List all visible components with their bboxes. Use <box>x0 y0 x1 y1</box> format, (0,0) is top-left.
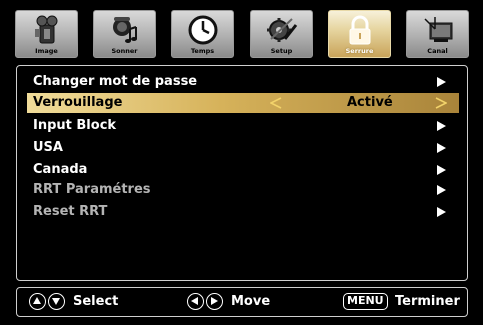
menu-item-label: Input Block <box>33 118 117 133</box>
tab-time[interactable]: Temps <box>171 10 234 58</box>
chevron-right-icon[interactable] <box>435 97 447 109</box>
camera-icon <box>34 15 57 44</box>
move-hint: Move <box>187 288 297 316</box>
menu-item-rrt-settings[interactable]: RRT Paramétres <box>27 180 459 200</box>
clock-icon <box>188 15 217 45</box>
tab-channel-label: Canal <box>427 47 448 55</box>
menu-tab-bar: Image Sonner Temps Setup Serrure Canal <box>15 10 469 58</box>
help-bar: Select Move MENU Terminer <box>16 287 468 317</box>
tab-setup[interactable]: Setup <box>250 10 313 58</box>
menu-item-label: Reset RRT <box>33 204 108 219</box>
menu-item-change-password[interactable]: Changer mot de passe <box>27 72 459 92</box>
lock-menu-panel: Changer mot de passe Verrouillage Activé… <box>16 65 468 281</box>
tab-lock[interactable]: Serrure <box>328 10 391 58</box>
arrow-up-icon <box>29 293 46 310</box>
menu-item-canada[interactable]: Canada <box>27 160 459 180</box>
menu-item-label: Verrouillage <box>33 95 123 110</box>
tab-sound-label: Sonner <box>111 47 138 55</box>
menu-item-label: Canada <box>33 162 88 177</box>
chevron-right-icon <box>437 165 446 175</box>
tab-lock-label: Serrure <box>345 47 374 55</box>
move-hint-label: Move <box>231 294 271 309</box>
chevron-right-icon <box>437 121 446 131</box>
menu-item-usa[interactable]: USA <box>27 138 459 158</box>
menu-item-input-block[interactable]: Input Block <box>27 116 459 136</box>
chevron-right-icon <box>437 77 446 87</box>
arrow-right-icon <box>206 293 223 310</box>
menu-item-label: USA <box>33 140 63 155</box>
menu-item-lock-enable[interactable]: Verrouillage Activé <box>27 93 459 113</box>
arrow-left-icon <box>187 293 204 310</box>
tab-setup-label: Setup <box>270 47 293 55</box>
chevron-right-icon <box>437 185 446 195</box>
tv-menu-screen: Image Sonner Temps Setup Serrure Canal C… <box>0 0 483 325</box>
select-hint-label: Select <box>73 294 119 309</box>
tab-time-label: Temps <box>190 47 215 55</box>
menu-item-label: Changer mot de passe <box>33 74 198 89</box>
tab-channel[interactable]: Canal <box>406 10 469 58</box>
tab-image-label: Image <box>35 47 58 55</box>
arrow-down-icon <box>48 293 65 310</box>
chevron-right-icon <box>437 143 446 153</box>
select-hint: Select <box>29 288 149 316</box>
exit-hint: MENU Terminer <box>343 288 467 316</box>
lock-icon <box>349 15 370 45</box>
menu-item-reset-rrt[interactable]: Reset RRT <box>27 202 459 222</box>
exit-hint-label: Terminer <box>395 294 460 309</box>
menu-key-icon: MENU <box>343 293 388 310</box>
chevron-left-icon[interactable] <box>270 97 282 109</box>
chevron-right-icon <box>437 207 446 217</box>
gear-icon <box>266 18 297 42</box>
lock-status-value: Activé <box>347 95 393 110</box>
sound-icon <box>112 17 137 43</box>
menu-item-label: RRT Paramétres <box>33 182 151 197</box>
tab-sound[interactable]: Sonner <box>93 10 156 58</box>
tab-image[interactable]: Image <box>15 10 78 58</box>
tv-antenna-icon <box>423 17 452 42</box>
